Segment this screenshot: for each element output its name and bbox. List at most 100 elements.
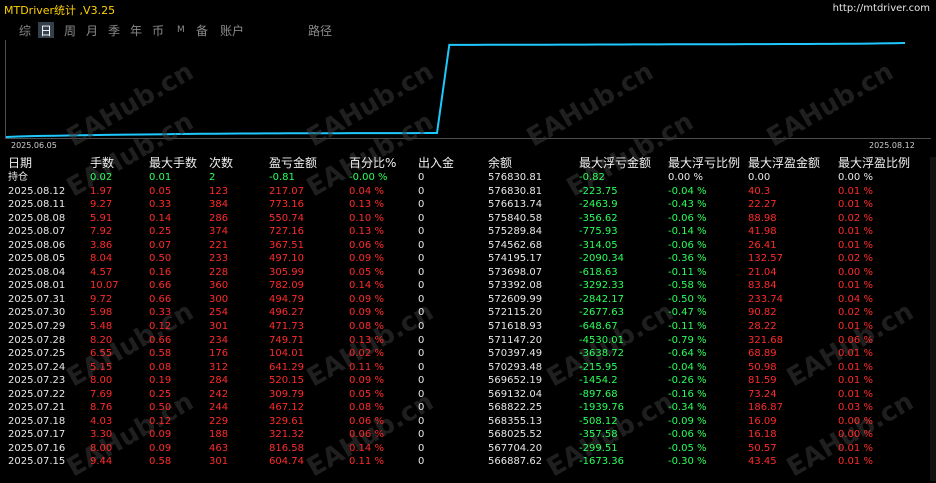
cell-profit: 550.74: [269, 212, 304, 224]
cell-max-float-profit-pct: 0.04 %: [838, 293, 873, 305]
cell-deposit: 0: [418, 402, 425, 414]
cell-trades: 123: [209, 185, 229, 197]
tab-year[interactable]: 年: [128, 22, 144, 39]
cell-balance: 569132.04: [488, 388, 543, 400]
table-row[interactable]: 2025.08.12 1.97 0.05 123 217.07 0.04 % 0 576830…: [0, 185, 936, 199]
cell-trades: 228: [209, 266, 229, 278]
cell-lots: 8.04: [90, 253, 113, 265]
table-row[interactable]: 2025.07.25 6.55 0.58 176 104.01 0.02 % 0 570397…: [0, 347, 936, 361]
table-row[interactable]: 2025.07.21 8.76 0.50 244 467.12 0.08 % 0 568822…: [0, 401, 936, 415]
tab-month[interactable]: 月: [84, 22, 100, 39]
cell-max-float-loss: -2677.63: [579, 307, 624, 319]
cell-max-float-loss: -314.05: [579, 239, 618, 251]
table-row[interactable]: 2025.07.18 4.03 0.12 229 329.61 0.06 % 0 568355…: [0, 415, 936, 429]
tab-currency[interactable]: 币: [150, 22, 166, 39]
cell-date: 2025.08.06: [8, 239, 66, 251]
cell-max-float-loss-pct: -0.16 %: [668, 388, 707, 400]
tab-quarter[interactable]: 季: [106, 22, 122, 39]
cell-deposit: 0: [418, 226, 425, 238]
holding-lots: 0.02: [90, 172, 113, 183]
col-header-max-float-loss[interactable]: 最大浮亏金额: [579, 156, 651, 171]
cell-trades: 221: [209, 239, 229, 251]
cell-date: 2025.07.16: [8, 442, 66, 454]
cell-date: 2025.07.18: [8, 415, 66, 427]
table-row[interactable]: 2025.08.07 7.92 0.25 374 727.16 0.13 % 0 575289…: [0, 225, 936, 239]
cell-profit: 309.79: [269, 388, 304, 400]
table-row[interactable]: 2025.07.29 5.48 0.12 301 471.73 0.08 % 0 571618…: [0, 320, 936, 334]
cell-max-lots: 0.07: [149, 239, 172, 251]
cell-max-float-loss: -1939.76: [579, 402, 624, 414]
cell-percent: 0.11 %: [349, 456, 384, 468]
cell-balance: 575289.84: [488, 226, 543, 238]
col-header-deposit[interactable]: 出入金: [418, 156, 454, 171]
table-row[interactable]: 2025.07.24 5.15 0.08 312 641.29 0.11 % 0 570293…: [0, 361, 936, 375]
col-header-trades[interactable]: 次数: [209, 156, 233, 171]
col-header-balance[interactable]: 余额: [488, 156, 512, 171]
table-row[interactable]: 2025.08.04 4.57 0.16 228 305.99 0.05 % 0 573698…: [0, 266, 936, 280]
table-row[interactable]: 2025.08.11 9.27 0.33 384 773.16 0.13 % 0 576613…: [0, 198, 936, 212]
table-row[interactable]: 2025.07.23 8.00 0.19 284 520.15 0.09 % 0 569652…: [0, 374, 936, 388]
table-row[interactable]: 2025.07.28 8.20 0.66 234 749.71 0.13 % 0 571147…: [0, 334, 936, 348]
cell-max-lots: 0.09: [149, 442, 172, 454]
col-header-max-float-profit[interactable]: 最大浮盈金额: [748, 156, 820, 171]
table-row[interactable]: 2025.07.15 9.44 0.58 301 604.74 0.11 % 0 566887…: [0, 455, 936, 469]
cell-trades: 242: [209, 388, 229, 400]
cell-max-float-loss: -1673.36: [579, 456, 624, 468]
cell-trades: 301: [209, 321, 229, 333]
cell-trades: 188: [209, 429, 229, 441]
table-row[interactable]: 2025.07.31 9.72 0.66 300 494.79 0.09 % 0 572609…: [0, 293, 936, 307]
cell-lots: 7.92: [90, 226, 113, 238]
table-row[interactable]: 2025.08.01 10.07 0.66 360 782.09 0.14 % 0 57339…: [0, 279, 936, 293]
table-row[interactable]: 2025.07.30 5.98 0.33 254 496.27 0.09 % 0 572115…: [0, 306, 936, 320]
table-row[interactable]: 2025.07.17 3.30 0.09 188 321.32 0.06 % 0 568025…: [0, 428, 936, 442]
holding-max-lots: 0.01: [149, 172, 172, 183]
cell-balance: 567704.20: [488, 442, 543, 454]
tab-week[interactable]: 周: [62, 22, 78, 39]
cell-lots: 9.44: [90, 456, 113, 468]
tab-day[interactable]: 日: [38, 22, 55, 39]
cell-percent: 0.11 %: [349, 361, 384, 373]
cell-max-float-loss-pct: -0.06 %: [668, 239, 707, 251]
col-header-percent[interactable]: 百分比%: [349, 156, 396, 171]
website-link[interactable]: http://mtdriver.com: [833, 3, 930, 14]
cell-lots: 5.91: [90, 212, 113, 224]
tab-overview[interactable]: 综: [17, 22, 33, 39]
cell-balance: 574195.17: [488, 253, 543, 265]
col-header-date[interactable]: 日期: [8, 156, 32, 171]
col-header-lots[interactable]: 手数: [90, 156, 114, 171]
cell-lots: 9.72: [90, 293, 113, 305]
col-header-profit[interactable]: 盈亏金额: [269, 156, 317, 171]
holding-max-float-loss: -0.82: [579, 172, 605, 183]
col-header-max-lots[interactable]: 最大手数: [149, 156, 197, 171]
cell-trades: 244: [209, 402, 229, 414]
cell-lots: 3.86: [90, 239, 113, 251]
cell-profit: 496.27: [269, 307, 304, 319]
holding-row[interactable]: 持仓 0.02 0.01 2 -0.81 -0.00 % 0 576830.81…: [0, 171, 936, 185]
table-row[interactable]: 2025.08.05 8.04 0.50 233 497.10 0.09 % 0 574195…: [0, 252, 936, 266]
cell-max-float-profit-pct: 0.01 %: [838, 321, 873, 333]
table-row[interactable]: 2025.07.22 7.69 0.25 242 309.79 0.05 % 0 569132…: [0, 388, 936, 402]
cell-lots: 4.03: [90, 415, 113, 427]
col-header-max-float-profit-pct[interactable]: 最大浮盈比例: [838, 156, 910, 171]
cell-lots: 5.98: [90, 307, 113, 319]
cell-profit: 217.07: [269, 185, 304, 197]
table-row[interactable]: 2025.08.08 5.91 0.14 286 550.74 0.10 % 0 575840…: [0, 212, 936, 226]
cell-balance: 570293.48: [488, 361, 543, 373]
col-header-max-float-loss-pct[interactable]: 最大浮亏比例: [668, 156, 740, 171]
cell-percent: 0.13 %: [349, 334, 384, 346]
cell-date: 2025.08.12: [8, 185, 66, 197]
cell-date: 2025.08.01: [8, 280, 66, 292]
cell-profit: 471.73: [269, 321, 304, 333]
tab-note[interactable]: 备: [194, 22, 210, 39]
table-row[interactable]: 2025.08.06 3.86 0.07 221 367.51 0.06 % 0 574562…: [0, 239, 936, 253]
tab-m[interactable]: M: [175, 25, 187, 35]
scrollbar[interactable]: [930, 157, 936, 481]
cell-max-float-profit-pct: 0.01 %: [838, 456, 873, 468]
cell-max-float-profit: 81.59: [748, 375, 777, 387]
tab-account[interactable]: 账户: [218, 22, 246, 39]
cell-max-float-profit: 40.3: [748, 185, 771, 197]
tab-path[interactable]: 路径: [306, 22, 334, 39]
cell-deposit: 0: [418, 266, 425, 278]
table-row[interactable]: 2025.07.16 8.00 0.09 463 816.58 0.14 % 0 567704…: [0, 442, 936, 456]
cell-trades: 229: [209, 415, 229, 427]
